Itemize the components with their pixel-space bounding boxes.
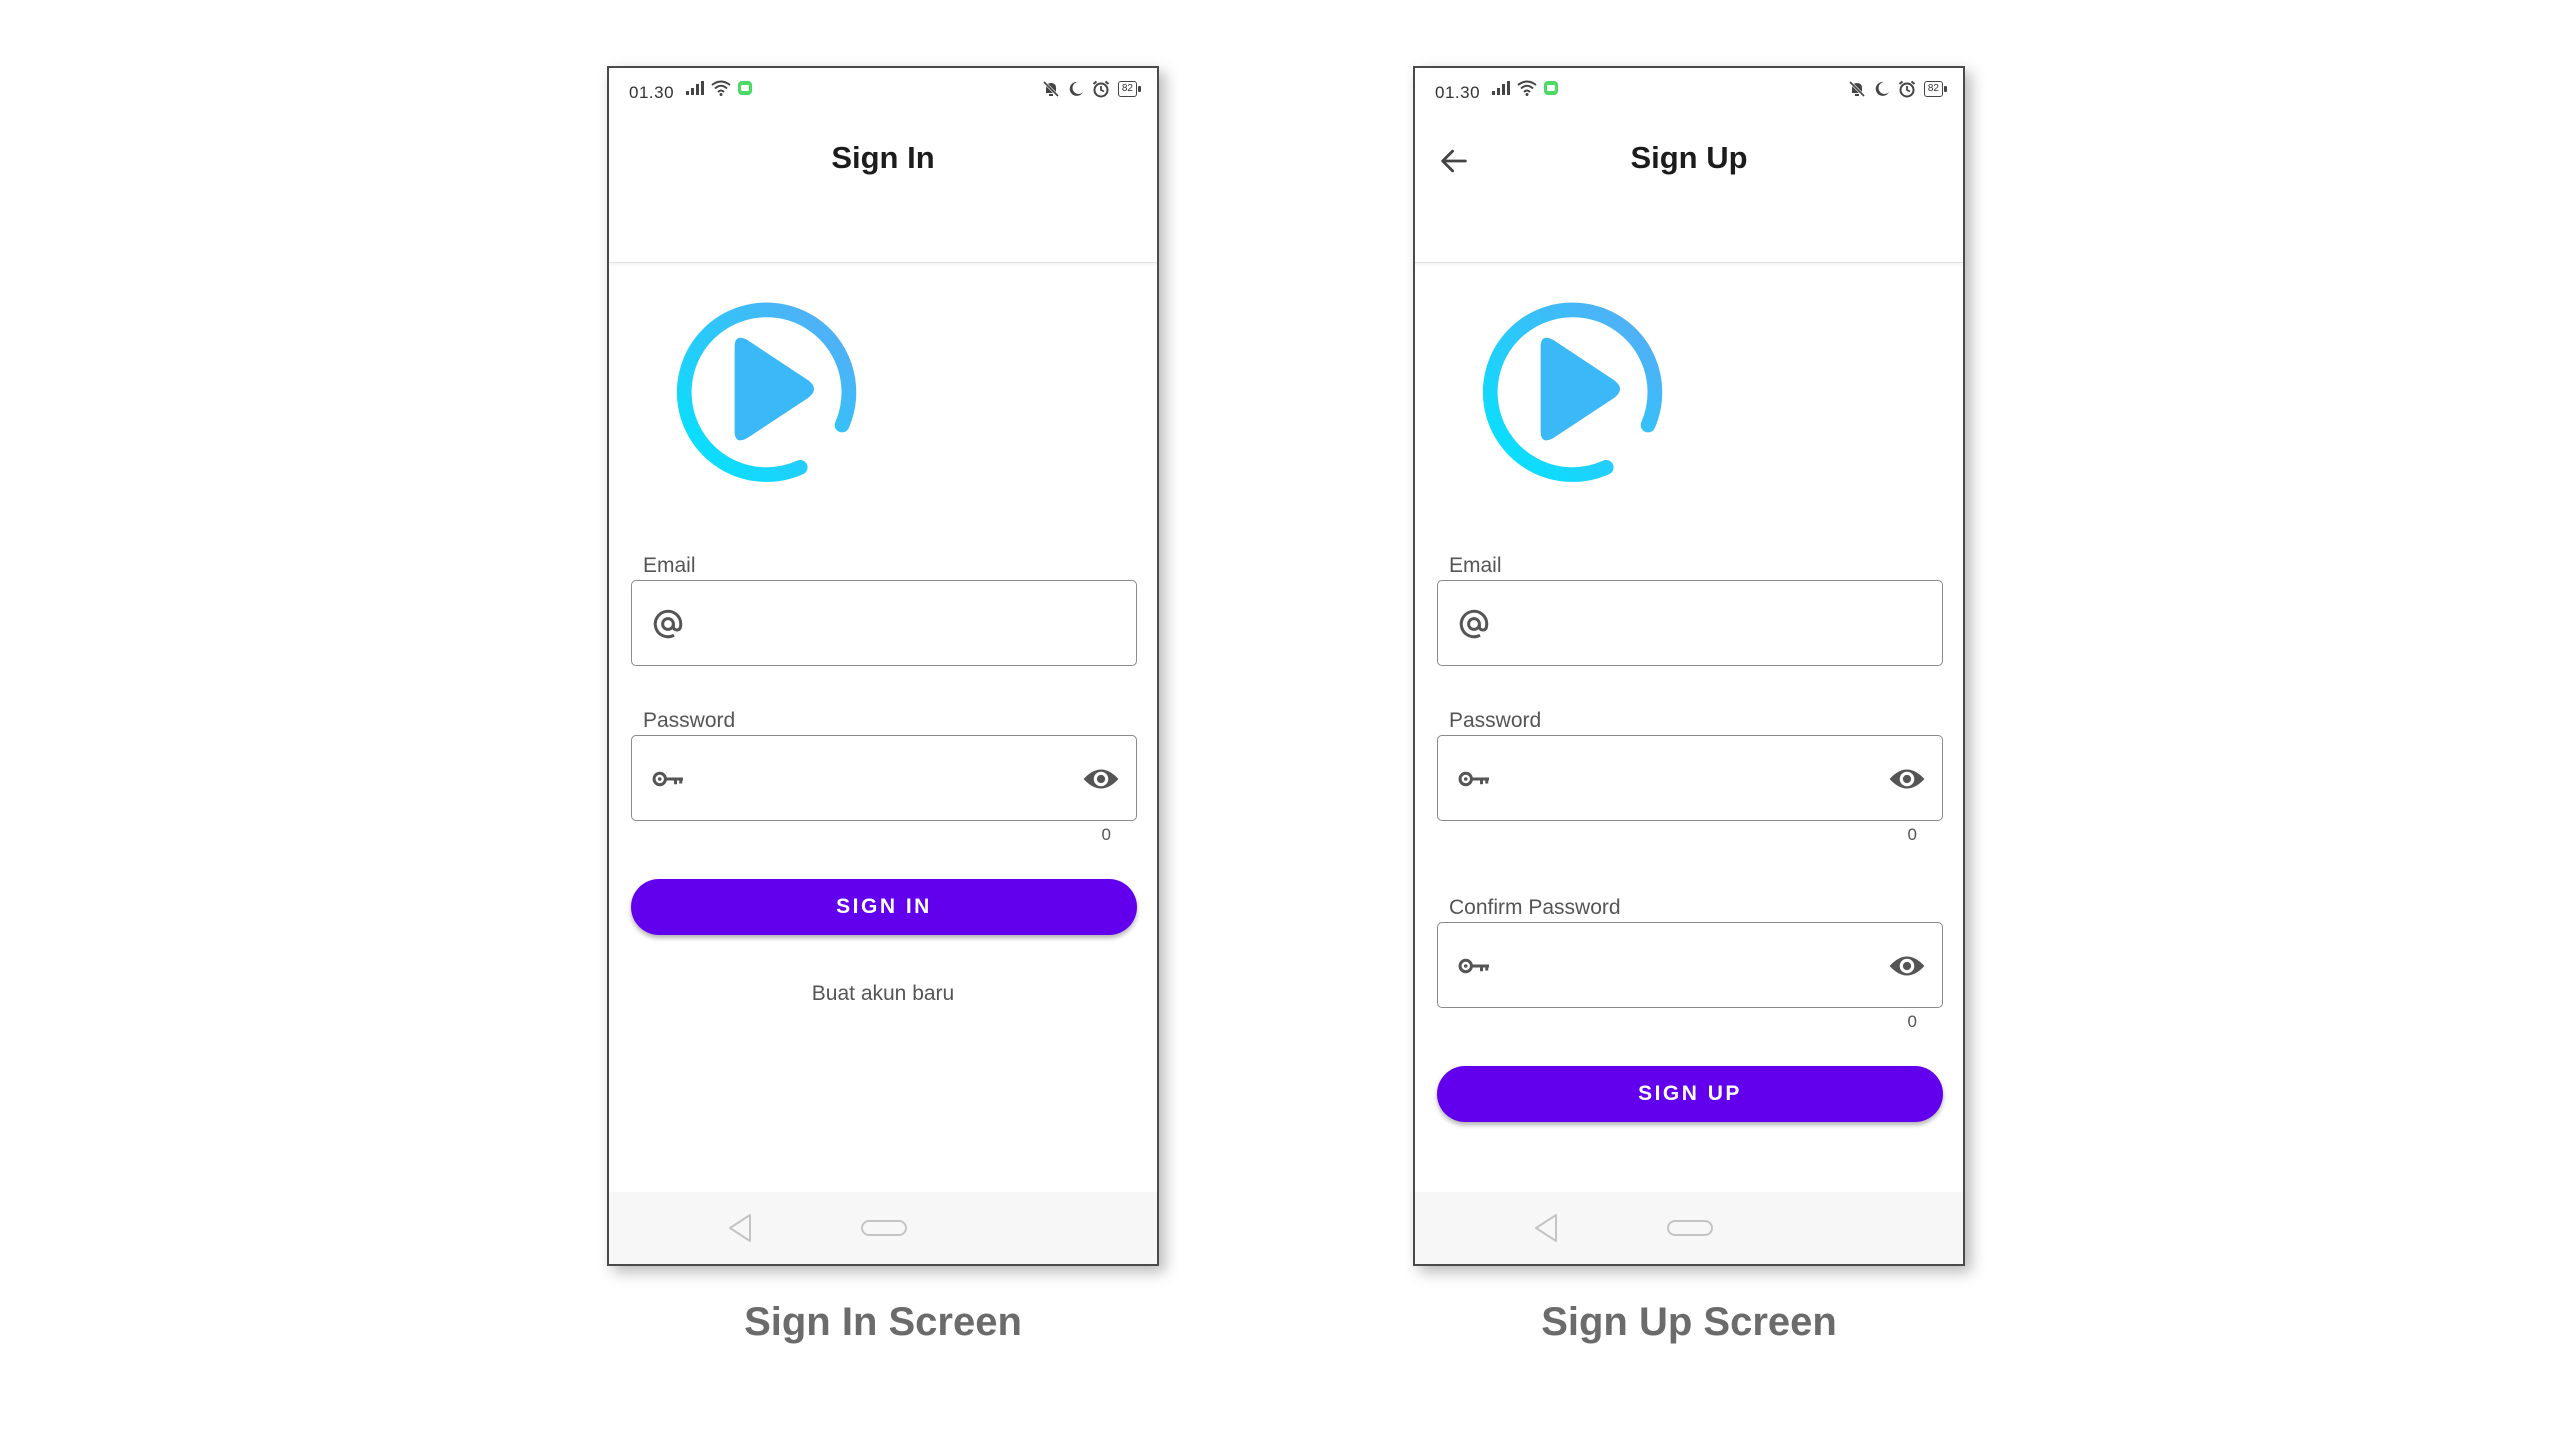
password-field[interactable]: [631, 735, 1137, 821]
confirm-password-label: Confirm Password: [1449, 896, 1621, 919]
password-label: Password: [643, 709, 736, 732]
wifi-icon: [1517, 80, 1537, 96]
moon-icon: [1875, 81, 1889, 96]
battery-icon: 82: [1923, 81, 1948, 97]
at-icon: [1459, 609, 1489, 639]
play-logo-icon: [1482, 302, 1663, 482]
status-bar: 01.30 82: [609, 68, 1157, 120]
sign-up-button[interactable]: SIGN UP: [1437, 1066, 1943, 1122]
signal-icon: [686, 81, 704, 95]
email-label: Email: [1449, 554, 1502, 577]
eye-icon[interactable]: [1082, 763, 1120, 795]
confirm-password-counter: 0: [1907, 1012, 1917, 1031]
page-title: Sign Up: [1630, 140, 1748, 175]
at-icon: [653, 609, 683, 639]
password-label: Password: [1449, 709, 1542, 732]
signup-caption: Sign Up Screen: [1541, 1300, 1837, 1344]
mute-icon: [1848, 80, 1865, 98]
email-field[interactable]: [1437, 580, 1943, 666]
status-bar: 01.30 82: [1415, 68, 1963, 120]
password-counter: 0: [1907, 825, 1917, 844]
password-field[interactable]: [1437, 735, 1943, 821]
moon-icon: [1069, 81, 1083, 96]
email-label: Email: [643, 554, 696, 577]
navigation-bar: [609, 1192, 1157, 1264]
wifi-icon: [711, 80, 731, 96]
mute-icon: [1042, 80, 1059, 98]
page-title: Sign In: [831, 140, 935, 175]
battery-icon: 82: [1117, 81, 1142, 97]
signal-icon: [1492, 81, 1510, 95]
play-logo-icon: [676, 302, 857, 482]
nav-back-icon[interactable]: [726, 1212, 754, 1244]
alarm-icon: [1898, 80, 1916, 98]
alarm-icon: [1092, 80, 1110, 98]
signup-phone-screen: 01.30 82 Sign Up Email Password 0 Confir…: [1413, 66, 1965, 1266]
status-time: 01.30: [1435, 83, 1481, 102]
confirm-password-field[interactable]: [1437, 922, 1943, 1008]
key-icon: [1458, 958, 1489, 974]
sign-in-button[interactable]: SIGN IN: [631, 879, 1137, 935]
key-icon: [652, 771, 683, 787]
nav-home-button[interactable]: [861, 1220, 907, 1236]
eye-icon[interactable]: [1888, 763, 1926, 795]
key-icon: [1458, 771, 1489, 787]
eye-icon[interactable]: [1888, 950, 1926, 982]
navigation-bar: [1415, 1192, 1963, 1264]
nav-back-icon[interactable]: [1532, 1212, 1560, 1244]
password-counter: 0: [1101, 825, 1111, 844]
app-notification-icon: [1544, 81, 1558, 95]
status-time: 01.30: [629, 83, 675, 102]
nav-home-button[interactable]: [1667, 1220, 1713, 1236]
signin-caption: Sign In Screen: [744, 1300, 1022, 1344]
create-account-link[interactable]: Buat akun baru: [609, 982, 1157, 1006]
email-field[interactable]: [631, 580, 1137, 666]
signin-phone-screen: 01.30 82 Sign In Email Password 0 SIGN I…: [607, 66, 1159, 1266]
app-notification-icon: [738, 81, 752, 95]
